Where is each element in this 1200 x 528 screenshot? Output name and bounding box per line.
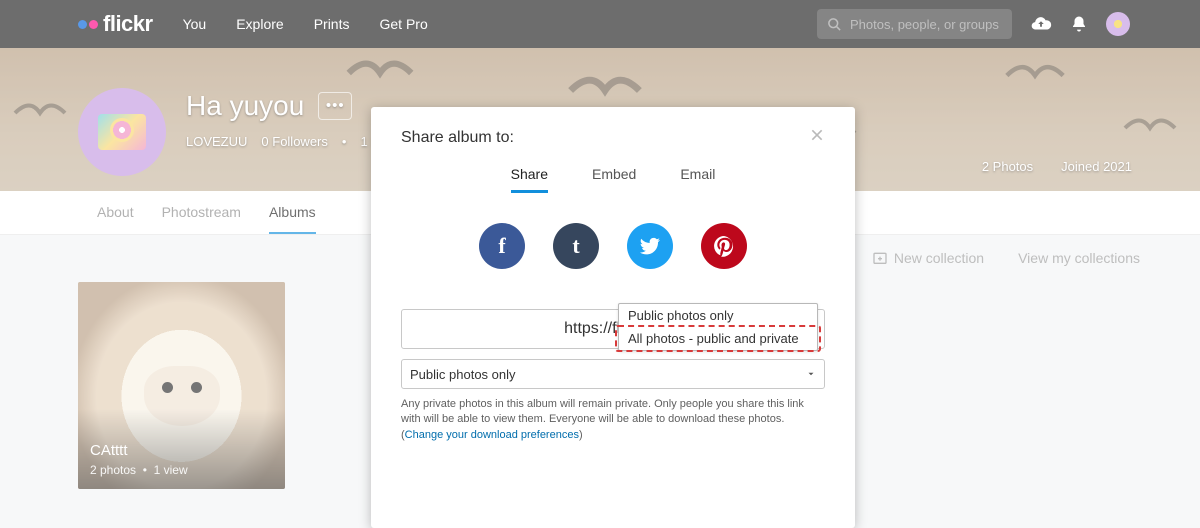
share-tab-embed[interactable]: Embed — [592, 166, 636, 193]
share-modal-title: Share album to: — [401, 129, 514, 147]
profile-avatar[interactable] — [78, 88, 166, 176]
chevron-down-icon — [806, 369, 816, 379]
close-icon[interactable] — [809, 127, 825, 148]
nav-link-getpro[interactable]: Get Pro — [379, 16, 427, 32]
logo-text: flickr — [103, 11, 153, 37]
visibility-option-public[interactable]: Public photos only — [619, 304, 817, 327]
profile-followers[interactable]: 0 Followers — [261, 134, 327, 149]
visibility-select[interactable]: Public photos only — [401, 359, 825, 389]
upload-icon[interactable] — [1030, 13, 1052, 35]
visibility-option-all[interactable]: All photos - public and private — [619, 327, 817, 350]
share-disclaimer: Any private photos in this album will re… — [401, 397, 825, 443]
search-placeholder: Photos, people, or groups — [850, 17, 999, 32]
profile-photos-count: 2 Photos — [982, 159, 1033, 174]
more-button[interactable]: ••• — [318, 92, 352, 120]
share-modal-tabs: Share Embed Email — [401, 166, 825, 193]
tab-albums[interactable]: Albums — [269, 191, 316, 234]
top-nav: flickr You Explore Prints Get Pro Photos… — [0, 0, 1200, 48]
pinterest-icon[interactable] — [701, 223, 747, 269]
search-input[interactable]: Photos, people, or groups — [817, 9, 1012, 39]
nav-link-prints[interactable]: Prints — [314, 16, 350, 32]
album-meta: 2 photos • 1 view — [90, 463, 188, 477]
avatar[interactable] — [1106, 12, 1130, 36]
share-tab-email[interactable]: Email — [680, 166, 715, 193]
logo-dot-pink — [89, 20, 98, 29]
tumblr-icon[interactable]: t — [553, 223, 599, 269]
visibility-selected-label: Public photos only — [410, 367, 516, 382]
twitter-icon[interactable] — [627, 223, 673, 269]
nav-link-explore[interactable]: Explore — [236, 16, 283, 32]
nav-link-you[interactable]: You — [183, 16, 207, 32]
album-card[interactable]: CAtttt 2 photos • 1 view — [78, 282, 285, 489]
facebook-icon[interactable]: f — [479, 223, 525, 269]
share-tab-share[interactable]: Share — [511, 166, 548, 193]
logo-dot-blue — [78, 20, 87, 29]
new-collection-icon — [872, 250, 888, 266]
profile-name: Ha yuyou — [186, 90, 304, 122]
new-collection-button[interactable]: New collection — [872, 250, 984, 266]
download-prefs-link[interactable]: Change your download preferences — [405, 429, 579, 441]
view-collections-link[interactable]: View my collections — [1018, 250, 1140, 266]
profile-header: Ha yuyou ••• LOVEZUU 0 Followers • 1 F — [78, 88, 379, 176]
bell-icon[interactable] — [1070, 15, 1088, 33]
flickr-logo[interactable]: flickr — [78, 11, 153, 37]
logo-dots — [78, 20, 98, 29]
visibility-dropdown: Public photos only All photos - public a… — [618, 303, 818, 351]
search-icon — [827, 17, 842, 32]
nav-right: Photos, people, or groups — [817, 9, 1130, 39]
tab-about[interactable]: About — [97, 191, 134, 234]
nav-links: You Explore Prints Get Pro — [183, 16, 428, 32]
profile-handle: LOVEZUU — [186, 134, 247, 149]
tab-photostream[interactable]: Photostream — [162, 191, 241, 234]
album-title: CAtttt — [90, 442, 188, 459]
profile-joined: Joined 2021 — [1061, 159, 1132, 174]
social-row: f t — [401, 223, 825, 269]
